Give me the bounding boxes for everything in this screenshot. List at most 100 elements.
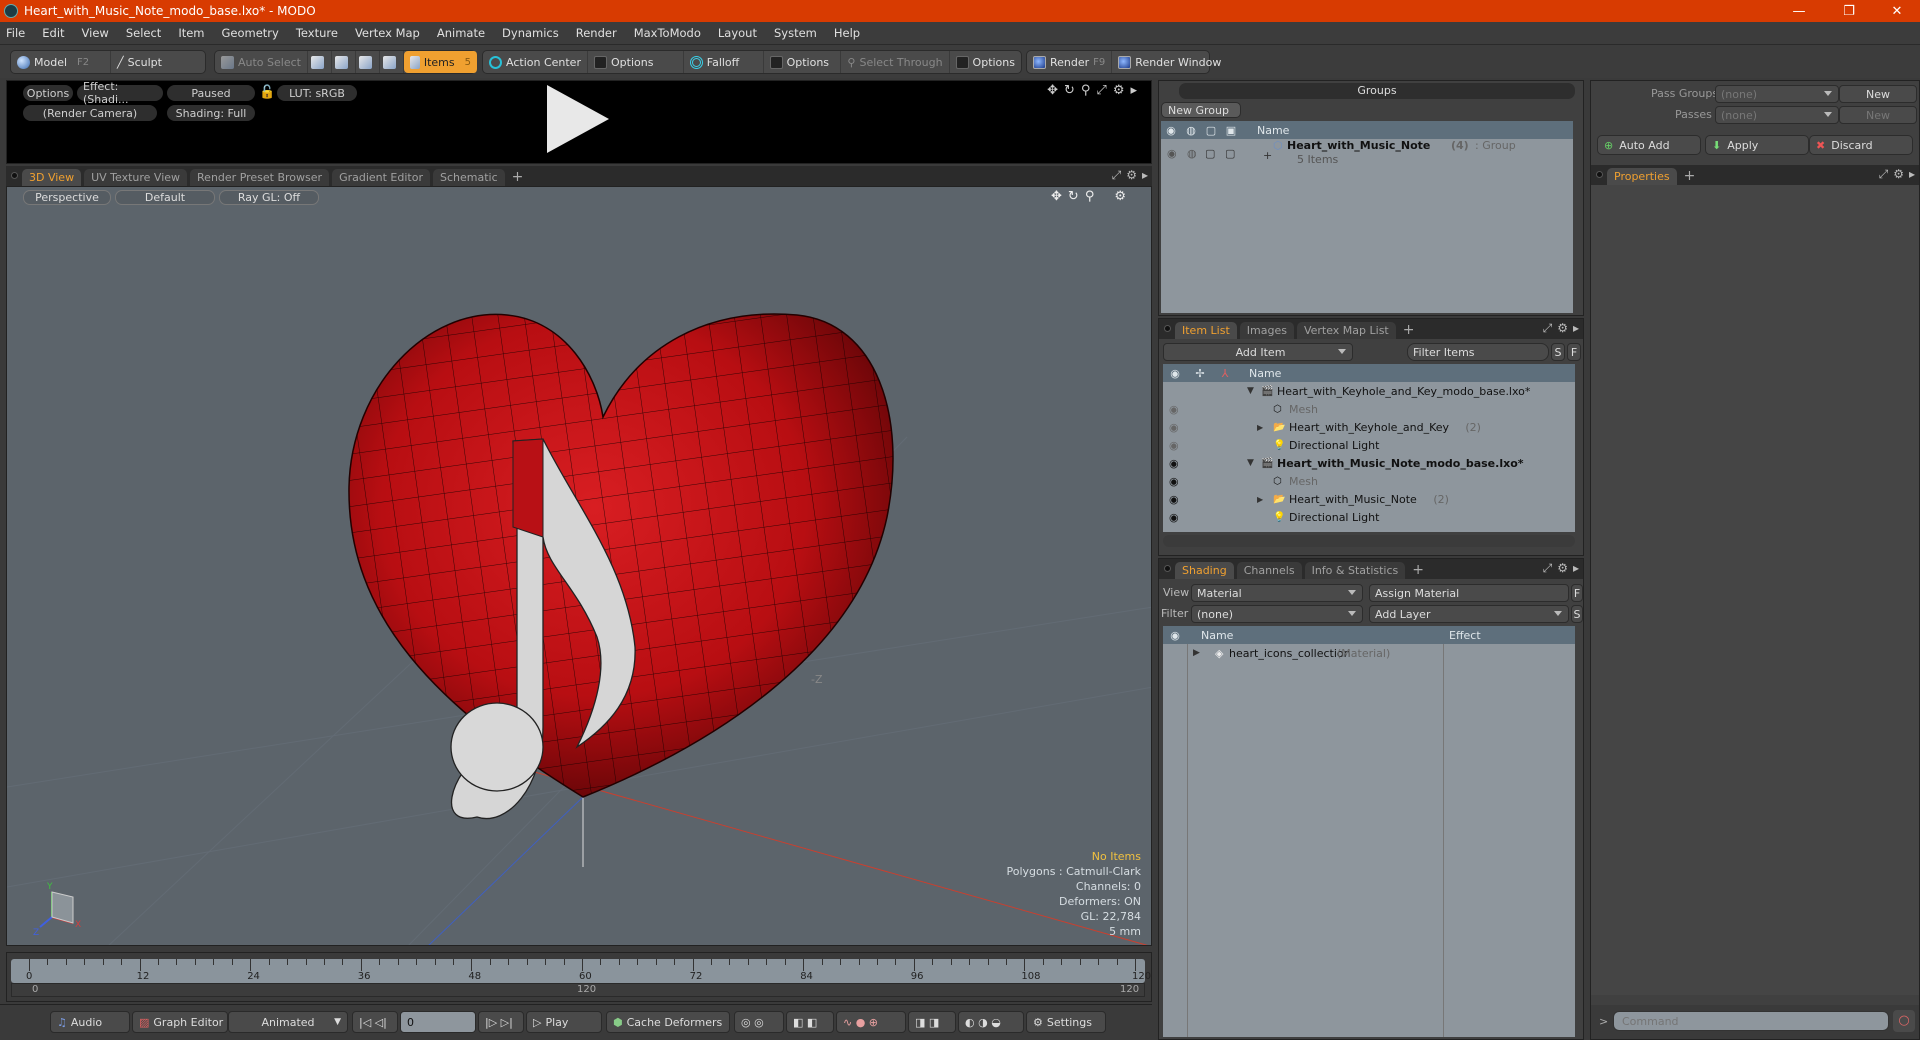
item-list-row[interactable]: ◉ ⬡ Mesh xyxy=(1163,472,1575,490)
action-center-button[interactable]: Action Center xyxy=(483,51,588,73)
menu-select[interactable]: Select xyxy=(126,26,161,40)
arrow-right-icon[interactable]: ▸ xyxy=(1573,321,1579,336)
filter-dropdown[interactable]: (none) xyxy=(1191,605,1363,623)
maximize-icon[interactable]: ⤢ xyxy=(1112,168,1122,183)
visibility-icon[interactable]: ◉ xyxy=(1169,511,1179,524)
menu-render[interactable]: Render xyxy=(576,26,617,40)
tab-properties[interactable]: Properties xyxy=(1607,168,1677,185)
gear-icon[interactable]: ⚙ xyxy=(1126,168,1137,183)
materials-mode-button[interactable] xyxy=(380,51,404,73)
render-icon[interactable]: ◍ xyxy=(1187,147,1197,160)
apply-button[interactable]: ⬇ Apply xyxy=(1705,135,1809,155)
filter-s-button[interactable]: S xyxy=(1551,343,1565,361)
render-column-icon[interactable]: ◍ xyxy=(1181,124,1201,137)
add-tab-button[interactable]: + xyxy=(1399,322,1419,339)
collapse-arrow-icon[interactable]: ▼ xyxy=(1247,386,1254,396)
item-list-row[interactable]: ▼ 🎬 Heart_with_Keyhole_and_Key_modo_base.l… xyxy=(1163,382,1575,400)
gear-icon[interactable]: ⚙ xyxy=(1113,83,1125,98)
tab-item-list[interactable]: Item List xyxy=(1175,322,1237,339)
pan-icon[interactable]: ✥ xyxy=(1047,83,1058,98)
item-list-row[interactable]: ◉ ▶ 📂 Heart_with_Music_Note (2) xyxy=(1163,490,1575,508)
menu-layout[interactable]: Layout xyxy=(718,26,757,40)
edges-mode-button[interactable] xyxy=(332,51,356,73)
paused-toggle[interactable]: Paused xyxy=(167,85,255,101)
visibility-icon[interactable]: ◉ xyxy=(1169,475,1179,488)
maximize-icon[interactable]: ⤢ xyxy=(1543,561,1553,576)
effect-dropdown[interactable]: Effect: (Shadi... xyxy=(77,80,163,106)
menu-vertex-map[interactable]: Vertex Map xyxy=(355,26,420,40)
item-list-row[interactable]: ◉ 💡 Directional Light xyxy=(1163,436,1575,454)
menu-file[interactable]: File xyxy=(6,26,25,40)
transform-column-icon[interactable]: ✢ xyxy=(1187,367,1213,380)
discard-button[interactable]: ✖ Discard xyxy=(1809,135,1913,155)
menu-view[interactable]: View xyxy=(82,26,109,40)
keyframe-tools-button[interactable]: ◎ ◎ xyxy=(734,1011,784,1033)
tab-render-preset-browser[interactable]: Render Preset Browser xyxy=(190,169,330,186)
auto-select-button[interactable]: Auto Select xyxy=(215,51,308,73)
expand-arrow-icon[interactable]: ▶ xyxy=(1257,423,1263,432)
items-mode-button[interactable]: Items 5 xyxy=(403,51,478,73)
sculpt-mode-button[interactable]: ╱ Sculpt xyxy=(111,51,168,73)
tab-handle-icon[interactable] xyxy=(1164,325,1171,332)
visibility-column-icon[interactable]: ◉ xyxy=(1163,629,1187,642)
preview-options-button[interactable]: Options xyxy=(23,85,73,101)
menu-texture[interactable]: Texture xyxy=(296,26,338,40)
graph-editor-button[interactable]: ▨ Graph Editor xyxy=(132,1011,228,1033)
minimize-button[interactable]: — xyxy=(1776,0,1822,22)
tab-vertex-map-list[interactable]: Vertex Map List xyxy=(1296,322,1396,339)
animated-dropdown[interactable]: Animated ▼ xyxy=(228,1011,348,1033)
assign-material-button[interactable]: Assign Material xyxy=(1369,584,1569,602)
menu-edit[interactable]: Edit xyxy=(42,26,64,40)
falloff-options-button[interactable]: Options xyxy=(764,51,842,73)
menu-system[interactable]: System xyxy=(774,26,817,40)
settings-button[interactable]: ⚙ Settings xyxy=(1026,1011,1106,1033)
menu-help[interactable]: Help xyxy=(834,26,860,40)
tab-info-statistics[interactable]: Info & Statistics xyxy=(1304,562,1406,579)
view-dropdown[interactable]: Material xyxy=(1191,584,1363,602)
falloff-button[interactable]: Falloff xyxy=(684,51,764,73)
visibility-icon[interactable]: ◉ xyxy=(1169,421,1179,434)
select-column-icon[interactable]: ▣ xyxy=(1221,124,1241,137)
auto-add-button[interactable]: ⊕ Auto Add xyxy=(1597,135,1701,155)
camera-dropdown[interactable]: (Render Camera) xyxy=(23,105,157,121)
arrow-right-icon[interactable]: ▸ xyxy=(1130,83,1137,98)
item-list-row[interactable]: ◉ ▼ 🎬 Heart_with_Music_Note_modo_base.lxo* xyxy=(1163,454,1575,472)
expand-arrow-icon[interactable]: ▶ xyxy=(1193,648,1200,658)
zoom-icon[interactable]: ⚲ xyxy=(1081,83,1091,98)
shading-s-button[interactable]: S xyxy=(1571,605,1583,623)
new-pass-group-button[interactable]: New xyxy=(1839,85,1917,103)
polygons-mode-button[interactable] xyxy=(356,51,380,73)
item-list-row[interactable]: ◉ ▶ 📂 Heart_with_Keyhole_and_Key (2) xyxy=(1163,418,1575,436)
passes-dropdown[interactable]: (none) xyxy=(1715,106,1839,124)
timeline-ruler[interactable]: 0 12 24 36 48 60 72 84 96 108 120 xyxy=(11,959,1151,983)
lut-dropdown[interactable]: LUT: sRGB xyxy=(277,85,357,101)
next-key-button[interactable]: ◨ ◨ xyxy=(908,1011,956,1033)
tab-handle-icon[interactable] xyxy=(1164,565,1171,572)
tab-gradient-editor[interactable]: Gradient Editor xyxy=(332,169,430,186)
visibility-icon[interactable]: ◉ xyxy=(1169,403,1179,416)
tab-shading[interactable]: Shading xyxy=(1175,562,1234,579)
render-button[interactable]: Render F9 xyxy=(1027,51,1113,73)
pass-groups-dropdown[interactable]: (none) xyxy=(1715,85,1839,103)
visibility-icon[interactable]: ◉ xyxy=(1169,439,1179,452)
add-tab-button[interactable]: + xyxy=(508,169,528,186)
item-list-row[interactable]: ◉ ⬡ Mesh xyxy=(1163,400,1575,418)
prev-key-button[interactable]: ◧ ◧ xyxy=(786,1011,834,1033)
action-center-options-button[interactable]: Options xyxy=(588,51,684,73)
frame-input[interactable]: 0 xyxy=(400,1011,476,1033)
lock-column-icon[interactable]: ▢ xyxy=(1201,124,1221,137)
tab-handle-icon[interactable] xyxy=(1596,171,1603,178)
visibility-column-icon[interactable]: ◉ xyxy=(1161,124,1181,137)
gear-icon[interactable]: ⚙ xyxy=(1557,561,1568,576)
tab-handle-icon[interactable] xyxy=(11,172,18,179)
shading-dropdown[interactable]: Shading: Full xyxy=(167,105,255,121)
maximize-icon[interactable]: ⤢ xyxy=(1879,167,1889,182)
filter-items-input[interactable]: Filter Items xyxy=(1407,343,1549,361)
audio-button[interactable]: ♫ Audio xyxy=(50,1011,130,1033)
visibility-icon[interactable]: ◉ xyxy=(1169,457,1179,470)
select-icon[interactable]: ▢ xyxy=(1225,147,1235,160)
maximize-button[interactable]: ❐ xyxy=(1826,0,1872,22)
tab-3d-view[interactable]: 3D View xyxy=(22,169,82,186)
arrow-right-icon[interactable]: ▸ xyxy=(1909,167,1915,182)
skip-to-end-button[interactable]: |▷ ▷| xyxy=(478,1011,524,1033)
